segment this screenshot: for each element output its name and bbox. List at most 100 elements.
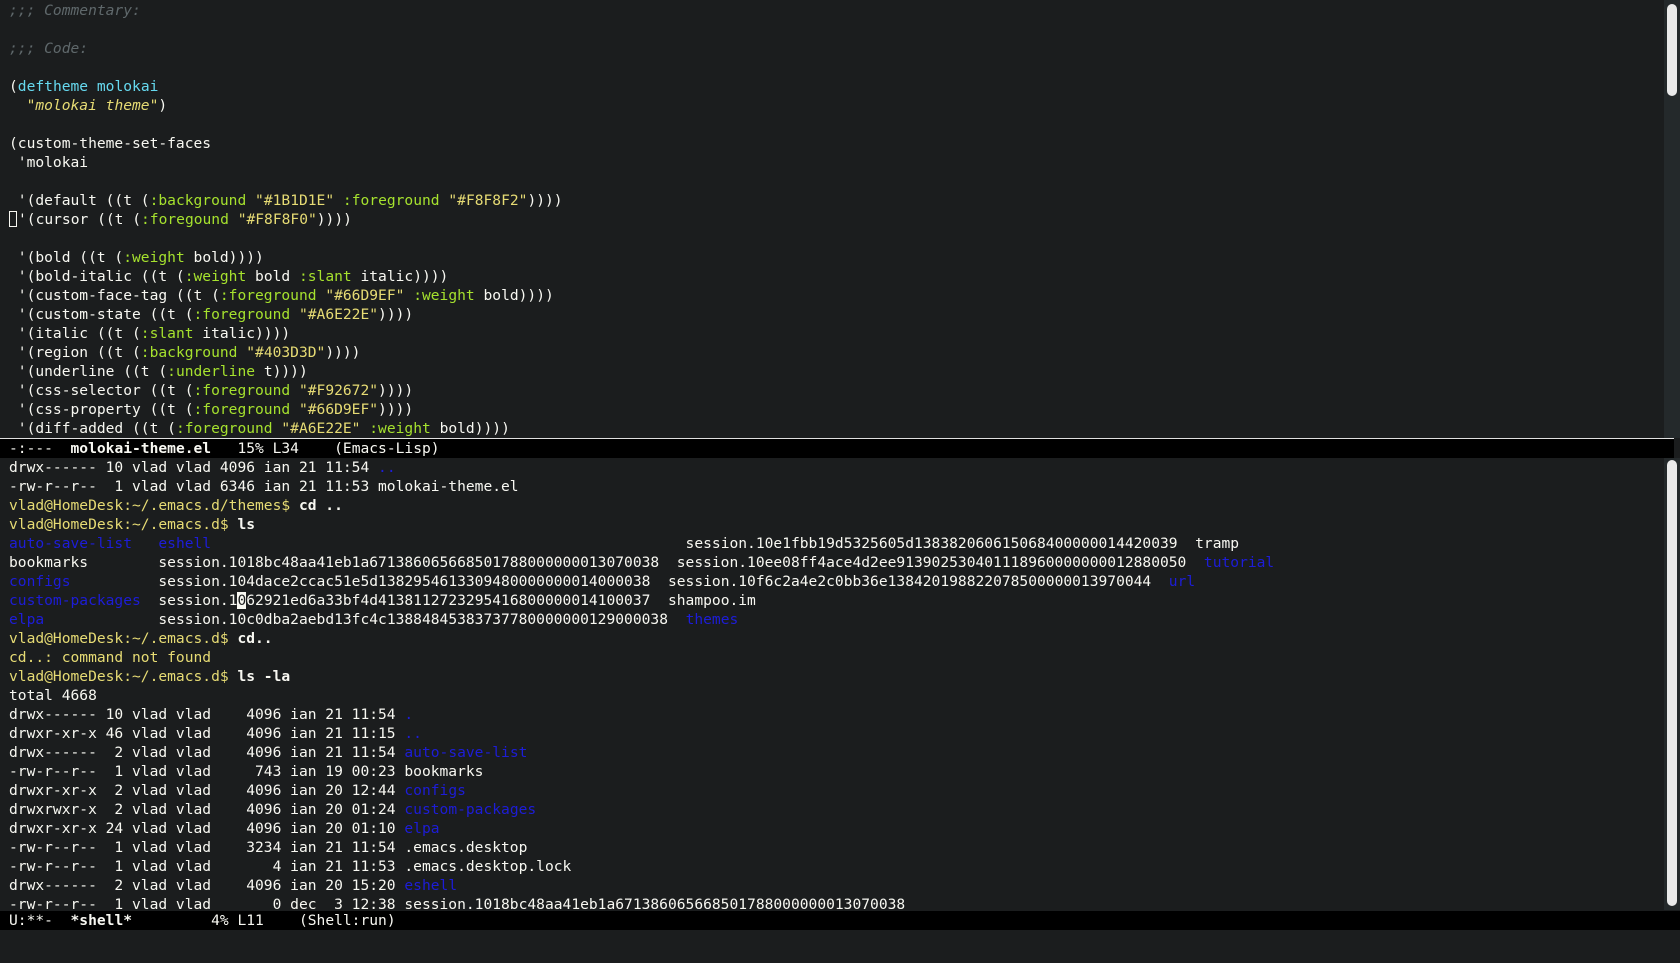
editor-mode-line: -:--- molokai-theme.el 15% L34 (Emacs-Li… xyxy=(0,438,1674,458)
code-text: session.1 xyxy=(140,592,238,609)
top_buffer-line: '(underline ((t (:underline t)))) xyxy=(9,362,308,381)
code-text: '(cursor ((t ( xyxy=(18,211,142,228)
directory-name[interactable]: custom-packages xyxy=(404,801,536,818)
bottom_buffer-line: auto-save-list eshell session.10e1fbb19d… xyxy=(9,534,1239,553)
code-text: bold)))) xyxy=(474,287,554,304)
directory-name[interactable]: configs xyxy=(404,782,466,799)
directory-name[interactable]: elpa xyxy=(9,611,44,628)
code-text: '(custom-state ((t ( xyxy=(9,306,194,323)
directory-name[interactable]: eshell xyxy=(158,535,211,552)
shell-prompt: vlad@HomeDesk:~/.emacs.d$ xyxy=(9,516,238,533)
top_buffer-line: ;;; Commentary: xyxy=(9,1,141,20)
code-text: '(italic ((t ( xyxy=(9,325,141,342)
code-keyword-arg: :weight xyxy=(123,249,185,266)
bottom_buffer-line: custom-packages session.1062921ed6a33bf4… xyxy=(9,591,756,610)
code-keyword-arg: :slant xyxy=(298,268,352,285)
bottom_buffer-line: drwx------ 10 vlad vlad 4096 ian 21 11:5… xyxy=(9,705,413,724)
bottom_buffer-line: -rw-r--r-- 1 vlad vlad 743 ian 19 00:23 … xyxy=(9,762,483,781)
code-keyword-arg: :foregound xyxy=(141,211,229,228)
shell-prompt: vlad@HomeDesk:~/.emacs.d$ xyxy=(9,630,238,647)
code-text: 'molokai xyxy=(9,154,89,171)
modeline-status: -:--- xyxy=(9,440,71,457)
bottom_buffer-line: drwxrwxr-x 2 vlad vlad 4096 ian 20 01:24… xyxy=(9,800,536,819)
code-string: "#403D3D" xyxy=(246,344,326,361)
code-text: drwxr-xr-x 46 vlad vlad 4096 ian 21 11:1… xyxy=(9,725,405,742)
code-string: "#A6E22E" xyxy=(298,306,379,323)
modeline-major-mode[interactable]: (Emacs-Lisp) xyxy=(334,440,439,457)
code-text: -rw-r--r-- 1 vlad vlad 0 dec 3 12:38 ses… xyxy=(9,896,906,910)
code-text: -rw-r--r-- 1 vlad vlad 4 ian 21 11:53 .e… xyxy=(9,858,572,875)
modeline-buffer-name[interactable]: molokai-theme.el xyxy=(71,440,212,457)
code-text: drwx------ 10 vlad vlad 4096 ian 21 11:5… xyxy=(9,706,405,723)
text-cursor: 0 xyxy=(237,592,247,609)
modeline-position: 15% L34 xyxy=(211,440,335,457)
directory-name[interactable]: auto-save-list xyxy=(9,535,132,552)
editor-scroll-thumb[interactable] xyxy=(1667,4,1677,96)
shell-scrollbar[interactable] xyxy=(1664,458,1680,910)
directory-name[interactable]: .. xyxy=(378,459,396,476)
code-string: "#66D9EF" xyxy=(325,287,405,304)
editor-buffer-molokai-theme[interactable]: ;;; Commentary: ;;; Code: (deftheme moloka… xyxy=(0,0,1658,438)
top_buffer-line: ;;; Code: xyxy=(9,39,88,58)
directory-name[interactable]: themes xyxy=(686,611,739,628)
minibuffer-echo-area[interactable] xyxy=(0,930,1680,963)
code-keyword-arg: :foreground xyxy=(193,382,291,399)
editor-scrollbar[interactable] xyxy=(1664,0,1680,438)
code-text: )))) xyxy=(527,192,563,209)
code-keyword-arg: :weight xyxy=(369,420,431,437)
code-text: bold xyxy=(246,268,299,285)
code-text: bookmarks session.1018bc48aa41eb1a671386… xyxy=(9,554,1204,571)
code-text: '(bold-italic ((t ( xyxy=(9,268,185,285)
directory-name[interactable]: elpa xyxy=(404,820,439,837)
bottom_buffer-line: vlad@HomeDesk:~/.emacs.d/themes$ cd .. xyxy=(9,496,343,515)
code-text: session.10c0dba2aebd13fc4c13884845383737… xyxy=(44,611,686,628)
text-cursor xyxy=(9,211,17,227)
directory-name[interactable]: eshell xyxy=(404,877,457,894)
bottom_buffer-line: bookmarks session.1018bc48aa41eb1a671386… xyxy=(9,553,1274,572)
code-string: "#A6E22E" xyxy=(281,420,361,437)
code-text: drwx------ 2 vlad vlad 4096 ian 20 15:20 xyxy=(9,877,405,894)
directory-name[interactable]: configs xyxy=(9,573,71,590)
modeline-buffer-name[interactable]: *shell* xyxy=(71,912,133,929)
shell-prompt: vlad@HomeDesk:~/.emacs.d$ xyxy=(9,668,238,685)
code-text: session.10e1fbb19d5325605d13838206061506… xyxy=(211,535,1240,552)
code-comment: ;;; Code: xyxy=(9,40,89,57)
code-keyword-arg: :weight xyxy=(413,287,475,304)
directory-name[interactable]: tutorial xyxy=(1204,554,1274,571)
directory-name[interactable]: . xyxy=(404,706,413,723)
code-keyword-arg: :foreground xyxy=(193,401,291,418)
bottom_buffer-line: -rw-r--r-- 1 vlad vlad 6346 ian 21 11:53… xyxy=(9,477,519,496)
code-text: -rw-r--r-- 1 vlad vlad 6346 ian 21 11:53… xyxy=(9,478,519,495)
code-text: (custom-theme-set-faces xyxy=(9,135,212,152)
code-text: italic)))) xyxy=(351,268,449,285)
top_buffer-line: (custom-theme-set-faces xyxy=(9,134,211,153)
code-keyword-arg: :foreground xyxy=(193,306,291,323)
directory-name[interactable]: url xyxy=(1169,573,1195,590)
top_buffer-line: '(diff-added ((t (:foreground "#A6E22E" … xyxy=(9,419,510,438)
top_buffer-line: '(custom-state ((t (:foreground "#A6E22E… xyxy=(9,305,413,324)
code-text: bold)))) xyxy=(184,249,264,266)
code-keyword-arg: :foreground xyxy=(219,287,317,304)
directory-name[interactable]: .. xyxy=(404,725,422,742)
code-keyword-arg: :foreground xyxy=(342,192,440,209)
bottom_buffer-line: vlad@HomeDesk:~/.emacs.d$ ls xyxy=(9,515,255,534)
directory-name[interactable]: custom-packages xyxy=(9,592,141,609)
code-string: "molokai theme" xyxy=(26,97,159,114)
directory-name[interactable]: auto-save-list xyxy=(404,744,527,761)
bottom_buffer-line: -rw-r--r-- 1 vlad vlad 3234 ian 21 11:54… xyxy=(9,838,527,857)
top_buffer-line: '(bold ((t (:weight bold)))) xyxy=(9,248,264,267)
shell-buffer[interactable]: drwx------ 10 vlad vlad 4096 ian 21 11:5… xyxy=(0,458,1658,910)
code-text: '(css-selector ((t ( xyxy=(9,382,194,399)
top_buffer-line: '(custom-face-tag ((t (:foreground "#66D… xyxy=(9,286,554,305)
shell-scroll-thumb[interactable] xyxy=(1667,460,1677,906)
code-text: total 4668 xyxy=(9,687,97,704)
code-text: italic)))) xyxy=(193,325,291,342)
modeline-position: 4% L11 xyxy=(132,912,299,929)
modeline-major-mode[interactable]: (Shell:run) xyxy=(299,912,396,929)
top_buffer-line: '(css-property ((t (:foreground "#66D9EF… xyxy=(9,400,413,419)
